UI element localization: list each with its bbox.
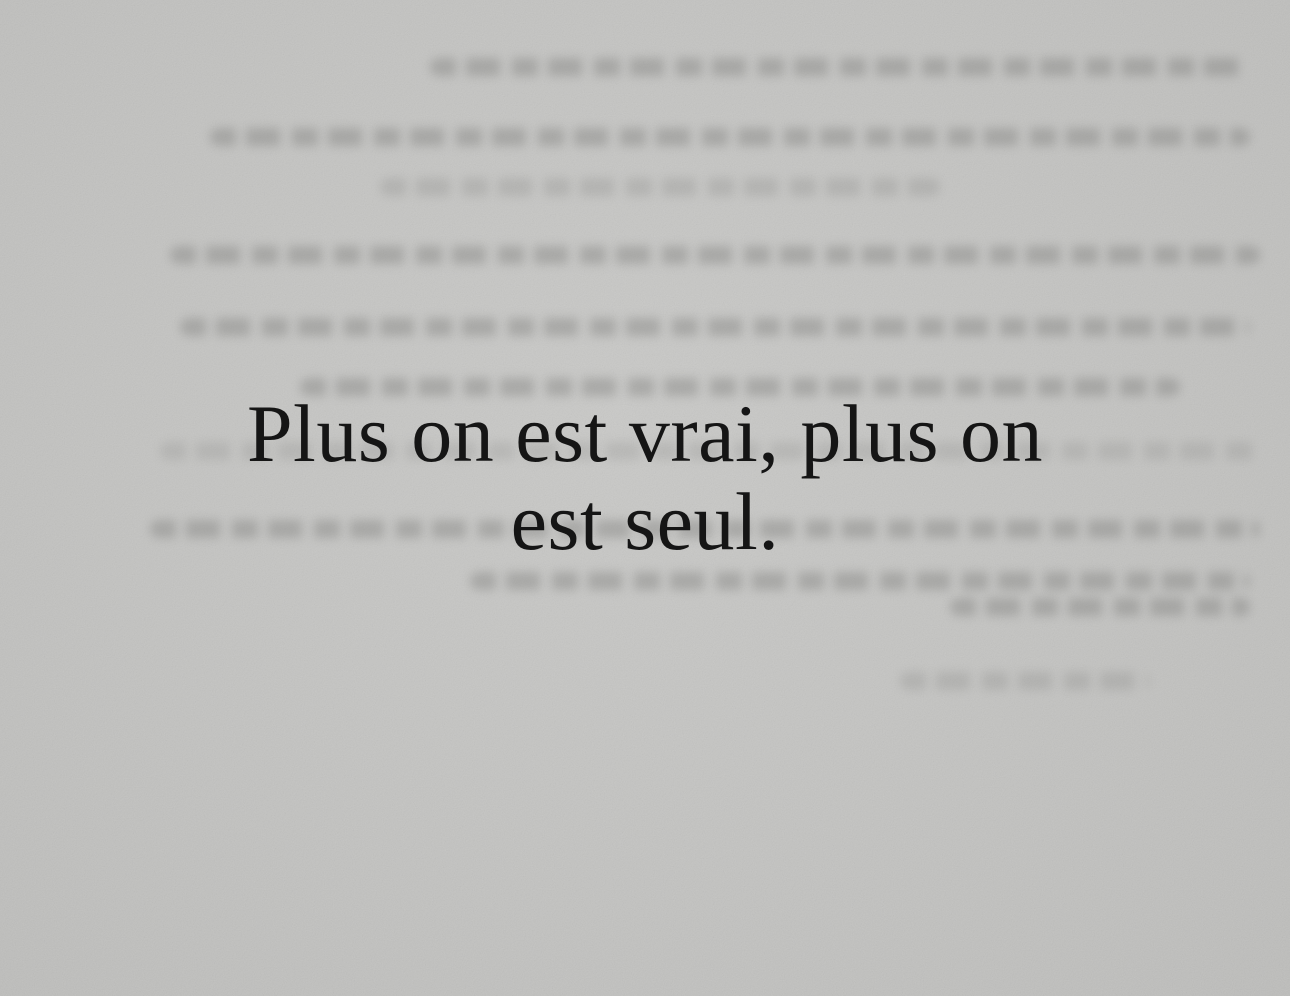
quote-text: Plus on est vrai, plus on est seul.	[0, 390, 1290, 566]
quote-line-1: Plus on est vrai, plus on	[246, 388, 1044, 479]
paper-background: Plus on est vrai, plus on est seul.	[0, 0, 1290, 996]
quote-line-2: est seul.	[510, 476, 780, 567]
